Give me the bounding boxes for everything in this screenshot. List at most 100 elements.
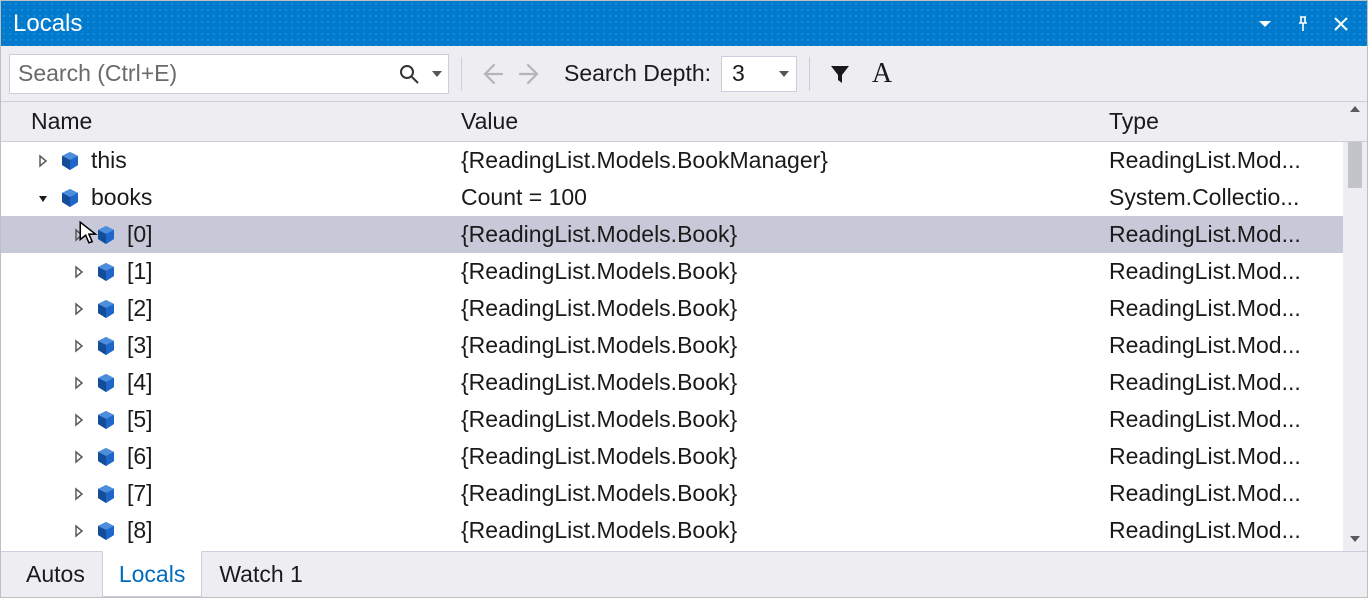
object-icon [95, 446, 117, 468]
search-input[interactable] [10, 58, 392, 89]
variable-value: {ReadingList.Models.Book} [447, 216, 1095, 253]
scrollbar-track[interactable] [1343, 142, 1367, 527]
variable-type: ReadingList.Mod... [1095, 290, 1343, 327]
locals-window: Locals [0, 0, 1368, 598]
variable-value: {ReadingList.Models.BookManager} [447, 142, 1095, 179]
variable-row-child[interactable]: [1] {ReadingList.Models.Book}ReadingList.… [1, 253, 1343, 290]
variable-name: books [91, 184, 152, 211]
variable-name: [0] [127, 221, 153, 248]
variable-row-child[interactable]: [8]{ReadingList.Models.Book}ReadingList.… [1, 512, 1343, 549]
variable-row-child[interactable]: [5] {ReadingList.Models.Book}ReadingList.… [1, 401, 1343, 438]
rows-container: this{ReadingList.Models.BookManager}Read… [1, 142, 1343, 551]
variable-name: [4] [127, 369, 153, 396]
variable-value: {ReadingList.Models.Book} [447, 253, 1095, 290]
variable-type: ReadingList.Mod... [1095, 438, 1343, 475]
titlebar-title: Locals [13, 10, 92, 38]
close-button[interactable] [1325, 8, 1357, 40]
expand-toggle[interactable] [69, 447, 89, 467]
variable-name: [3] [127, 332, 153, 359]
search-depth-select[interactable]: 3 [721, 56, 797, 92]
footer-tab-watch-1[interactable]: Watch 1 [202, 552, 320, 597]
column-headers: Name Value Type [1, 102, 1367, 142]
variable-value: {ReadingList.Models.Book} [447, 512, 1095, 549]
object-icon [95, 298, 117, 320]
variable-name: [6] [127, 443, 153, 470]
expand-toggle[interactable] [69, 299, 89, 319]
variable-type: ReadingList.Mod... [1095, 253, 1343, 290]
object-icon [95, 520, 117, 542]
expand-toggle[interactable] [69, 521, 89, 541]
variable-value: {ReadingList.Models.Book} [447, 364, 1095, 401]
object-icon [95, 483, 117, 505]
expand-toggle[interactable] [33, 151, 53, 171]
footer-tabs: AutosLocalsWatch 1 [1, 551, 1367, 597]
text-style-button[interactable]: A [864, 56, 900, 92]
object-icon [95, 224, 117, 246]
variable-row-child[interactable]: [7]{ReadingList.Models.Book}ReadingList.… [1, 475, 1343, 512]
expand-toggle[interactable] [69, 410, 89, 430]
variable-type: System.Collectio... [1095, 179, 1343, 216]
expand-toggle[interactable] [69, 262, 89, 282]
variable-row-child[interactable]: [2] {ReadingList.Models.Book}ReadingList.… [1, 290, 1343, 327]
object-icon [59, 187, 81, 209]
nav-back-button[interactable] [474, 57, 508, 91]
nav-forward-button[interactable] [514, 57, 548, 91]
variable-name: [5] [127, 406, 153, 433]
variable-type: ReadingList.Mod... [1095, 364, 1343, 401]
variable-type: ReadingList.Mod... [1095, 142, 1343, 179]
variable-type: ReadingList.Mod... [1095, 327, 1343, 364]
variable-name: [8] [127, 517, 153, 544]
object-icon [95, 335, 117, 357]
variable-row-child[interactable]: [6] {ReadingList.Models.Book}ReadingList.… [1, 438, 1343, 475]
object-icon [95, 372, 117, 394]
search-box[interactable] [9, 54, 449, 94]
footer-tab-autos[interactable]: Autos [9, 552, 102, 597]
column-header-type[interactable]: Type [1095, 108, 1343, 135]
chevron-down-icon [778, 68, 790, 80]
object-icon [59, 150, 81, 172]
variable-value: {ReadingList.Models.Book} [447, 290, 1095, 327]
variable-value: {ReadingList.Models.Book} [447, 475, 1095, 512]
scroll-down-button[interactable] [1348, 527, 1362, 551]
separator [461, 57, 462, 91]
column-header-value[interactable]: Value [447, 108, 1095, 135]
object-icon [95, 409, 117, 431]
variable-type: ReadingList.Mod... [1095, 216, 1343, 253]
variables-grid: this{ReadingList.Models.BookManager}Read… [1, 142, 1367, 551]
variable-value: {ReadingList.Models.Book} [447, 327, 1095, 364]
vertical-scrollbar[interactable] [1343, 142, 1367, 551]
toolbar: Search Depth: 3 A [1, 46, 1367, 102]
variable-row-child[interactable]: [3] {ReadingList.Models.Book}ReadingList.… [1, 327, 1343, 364]
search-depth-value: 3 [732, 60, 778, 87]
titlebar-grip[interactable] [92, 1, 1243, 46]
titlebar: Locals [1, 1, 1367, 46]
variable-name: [7] [127, 480, 153, 507]
expand-toggle[interactable] [69, 484, 89, 504]
expand-toggle[interactable] [33, 188, 53, 208]
variable-row[interactable]: this {ReadingList.Models.BookManager}Read… [1, 142, 1343, 179]
variable-name: this [91, 147, 127, 174]
pin-button[interactable] [1287, 8, 1319, 40]
window-menu-button[interactable] [1249, 8, 1281, 40]
filter-button[interactable] [822, 56, 858, 92]
variable-row[interactable]: books Count = 100System.Collectio... [1, 179, 1343, 216]
object-icon [95, 261, 117, 283]
variable-name: [1] [127, 258, 153, 285]
search-options-dropdown[interactable] [426, 55, 448, 93]
variable-value: Count = 100 [447, 179, 1095, 216]
scroll-up-button[interactable] [1343, 102, 1367, 141]
column-header-name[interactable]: Name [17, 108, 447, 135]
footer-tab-locals[interactable]: Locals [102, 551, 202, 597]
search-icon[interactable] [392, 55, 426, 93]
variable-row-child[interactable]: [4] {ReadingList.Models.Book}ReadingList.… [1, 364, 1343, 401]
expand-toggle[interactable] [69, 336, 89, 356]
expand-toggle[interactable] [69, 225, 89, 245]
scrollbar-thumb[interactable] [1348, 142, 1362, 188]
expand-toggle[interactable] [69, 373, 89, 393]
variable-value: {ReadingList.Models.Book} [447, 401, 1095, 438]
variable-type: ReadingList.Mod... [1095, 401, 1343, 438]
separator [809, 57, 810, 91]
variable-row-child[interactable]: [0] {ReadingList.Models.Book}ReadingList.… [1, 216, 1343, 253]
variable-value: {ReadingList.Models.Book} [447, 438, 1095, 475]
variable-name: [2] [127, 295, 153, 322]
